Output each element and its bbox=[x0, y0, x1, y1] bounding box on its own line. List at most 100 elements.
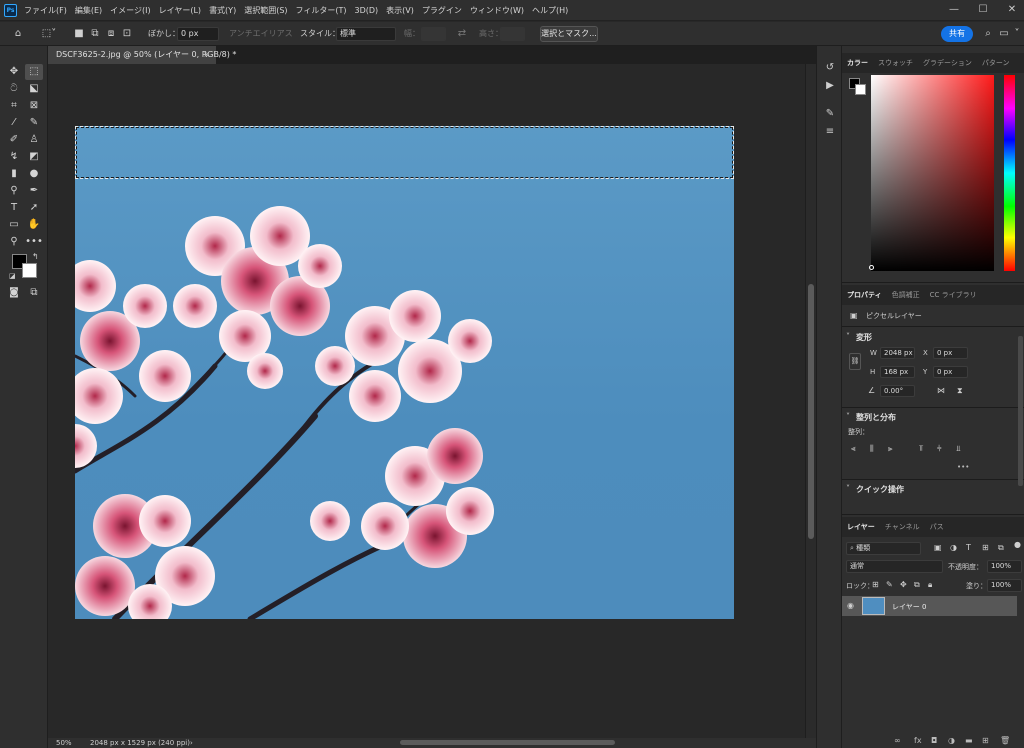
pen-tool-icon[interactable]: ✒ bbox=[25, 183, 43, 199]
tab-swatches[interactable]: スウォッチ bbox=[873, 58, 918, 68]
zoom-level[interactable]: 50% bbox=[56, 738, 72, 748]
status-menu-arrow[interactable]: › bbox=[190, 738, 193, 748]
hand-tool-icon[interactable]: ✋ bbox=[25, 217, 43, 233]
healing-brush-icon[interactable]: ✎ bbox=[25, 115, 43, 131]
link-dimensions-icon[interactable]: ⛓ bbox=[849, 353, 861, 370]
close-window-button[interactable]: ✕ bbox=[1001, 2, 1023, 18]
select-and-mask-button[interactable]: 選択とマスク... bbox=[540, 26, 598, 42]
feather-input[interactable]: 0 px bbox=[177, 27, 219, 41]
y-field[interactable]: 0 px bbox=[933, 366, 968, 378]
align-left-icon[interactable]: ⫷ bbox=[851, 444, 856, 454]
menu-plugins[interactable]: プラグイン bbox=[422, 5, 462, 16]
maximize-button[interactable]: ☐ bbox=[972, 2, 994, 18]
intersect-selection-icon[interactable]: ⊡ bbox=[120, 26, 134, 42]
menu-file[interactable]: ファイル(F) bbox=[24, 5, 67, 16]
eraser-tool-icon[interactable]: ◩ bbox=[25, 149, 43, 165]
stamp-tool-icon[interactable]: ♙ bbox=[25, 132, 43, 148]
width-input[interactable] bbox=[421, 27, 446, 41]
eyedropper-tool-icon[interactable]: ⁄ bbox=[5, 115, 23, 131]
swap-colors-icon[interactable]: ↰ bbox=[32, 252, 39, 261]
brush-settings-icon[interactable]: ✎ bbox=[822, 106, 838, 122]
search-icon[interactable]: ⌕ bbox=[982, 26, 994, 42]
filter-toggle-icon[interactable]: ● bbox=[1014, 540, 1021, 549]
vertical-scrollbar[interactable] bbox=[805, 64, 816, 738]
home-icon[interactable]: ⌂ bbox=[10, 26, 26, 42]
height-input[interactable] bbox=[500, 27, 525, 41]
lock-all-icon[interactable]: 🔒︎ bbox=[928, 580, 932, 590]
history-brush-icon[interactable]: ↯ bbox=[5, 149, 23, 165]
menu-filter[interactable]: フィルター(T) bbox=[296, 5, 347, 16]
minimize-button[interactable]: — bbox=[943, 2, 965, 18]
share-button[interactable]: 共有 bbox=[941, 26, 973, 42]
close-tab-icon[interactable]: × bbox=[203, 46, 210, 64]
zoom-tool-icon[interactable]: ⚲ bbox=[5, 234, 23, 250]
eye-icon[interactable]: ◉ bbox=[847, 601, 854, 610]
tab-color[interactable]: カラー bbox=[842, 58, 873, 68]
tab-gradients[interactable]: グラデーション bbox=[918, 58, 977, 68]
chevron-down-icon[interactable]: ˅ bbox=[846, 484, 850, 493]
align-center-horizontal-icon[interactable]: ⫼ bbox=[870, 444, 874, 454]
link-layers-icon[interactable]: ∞ bbox=[894, 736, 901, 745]
rectangle-tool-icon[interactable]: ▭ bbox=[5, 217, 23, 233]
new-adjustment-icon[interactable]: ◑ bbox=[948, 736, 955, 745]
gradient-tool-icon[interactable]: ▮ bbox=[5, 166, 23, 182]
vertical-scroll-thumb[interactable] bbox=[808, 284, 814, 539]
default-colors-icon[interactable]: ◪ bbox=[9, 272, 16, 280]
chevron-down-icon[interactable]: ˅ bbox=[846, 412, 850, 421]
adjustments-icon[interactable]: ≡ bbox=[822, 124, 838, 140]
lasso-tool-icon[interactable]: ට bbox=[5, 81, 23, 97]
blend-mode-select[interactable]: 通常 bbox=[846, 560, 943, 573]
panel-background-swatch[interactable] bbox=[855, 84, 866, 95]
color-picker-cursor[interactable] bbox=[869, 265, 874, 270]
menu-help[interactable]: ヘルプ(H) bbox=[532, 5, 568, 16]
lock-artboard-icon[interactable]: ⧉ bbox=[914, 580, 920, 590]
tab-properties[interactable]: プロパティ bbox=[842, 290, 887, 300]
tab-channels[interactable]: チャンネル bbox=[880, 522, 925, 532]
add-mask-icon[interactable]: ◘ bbox=[931, 736, 937, 745]
menu-image[interactable]: イメージ(I) bbox=[110, 5, 150, 16]
dodge-tool-icon[interactable]: ⚲ bbox=[5, 183, 23, 199]
style-select[interactable]: 標準 bbox=[336, 27, 396, 41]
add-selection-icon[interactable]: ⧉ bbox=[88, 26, 102, 42]
color-picker-field[interactable] bbox=[871, 75, 994, 271]
new-layer-icon[interactable]: ⊞ bbox=[982, 736, 989, 745]
subtract-selection-icon[interactable]: ⧈ bbox=[104, 26, 118, 42]
layer-style-icon[interactable]: fx bbox=[914, 736, 922, 745]
filter-adjustment-icon[interactable]: ◑ bbox=[950, 543, 957, 552]
new-group-icon[interactable]: ▬ bbox=[965, 736, 973, 745]
move-tool-icon[interactable]: ✥ bbox=[5, 64, 23, 80]
layer-filter-select[interactable]: ⌕ 種類 bbox=[846, 542, 921, 555]
crop-tool-icon[interactable]: ⌗ bbox=[5, 98, 23, 114]
brush-tool-icon[interactable]: ✐ bbox=[5, 132, 23, 148]
layer-name[interactable]: レイヤー 0 bbox=[892, 602, 926, 612]
x-field[interactable]: 0 px bbox=[933, 347, 968, 359]
marquee-preset-icon[interactable]: ⬚˅ bbox=[38, 26, 60, 42]
angle-field[interactable]: 0.00° bbox=[880, 385, 915, 397]
horizontal-scroll-thumb[interactable] bbox=[400, 740, 615, 745]
filter-smart-object-icon[interactable]: ⧉ bbox=[998, 543, 1004, 553]
background-color-swatch[interactable] bbox=[22, 263, 37, 278]
menu-view[interactable]: 表示(V) bbox=[386, 5, 414, 16]
properties-scrollbar[interactable] bbox=[1018, 336, 1023, 486]
filter-pixel-icon[interactable]: ▣ bbox=[934, 543, 942, 552]
flip-horizontal-icon[interactable]: ⋈ bbox=[937, 386, 945, 395]
workspace-menu-icon[interactable]: ˅ bbox=[1012, 26, 1022, 42]
quick-mask-icon[interactable]: ◙ bbox=[5, 285, 23, 301]
history-icon[interactable]: ↺ bbox=[822, 60, 838, 76]
align-right-icon[interactable]: ⫸ bbox=[888, 444, 893, 454]
more-tools-icon[interactable]: ••• bbox=[25, 234, 43, 250]
marquee-tool-icon[interactable]: ⬚ bbox=[25, 64, 43, 80]
workspace-icon[interactable]: ▭ bbox=[998, 26, 1010, 42]
frame-tool-icon[interactable]: ⊠ bbox=[25, 98, 43, 114]
object-select-tool-icon[interactable]: ⬕ bbox=[25, 81, 43, 97]
menu-layer[interactable]: レイヤー(L) bbox=[159, 5, 201, 16]
tab-adjustments[interactable]: 色調補正 bbox=[887, 290, 925, 300]
flip-vertical-icon[interactable]: ⧗ bbox=[957, 386, 963, 396]
lock-transparent-icon[interactable]: ⊞ bbox=[872, 580, 879, 589]
actions-icon[interactable]: ▶ bbox=[822, 78, 838, 94]
menu-select[interactable]: 選択範囲(S) bbox=[244, 5, 287, 16]
swap-icon[interactable]: ⇄ bbox=[455, 26, 469, 42]
path-select-icon[interactable]: ➚ bbox=[25, 200, 43, 216]
lock-image-icon[interactable]: ✎ bbox=[886, 580, 893, 589]
blur-tool-icon[interactable]: ● bbox=[25, 166, 43, 182]
